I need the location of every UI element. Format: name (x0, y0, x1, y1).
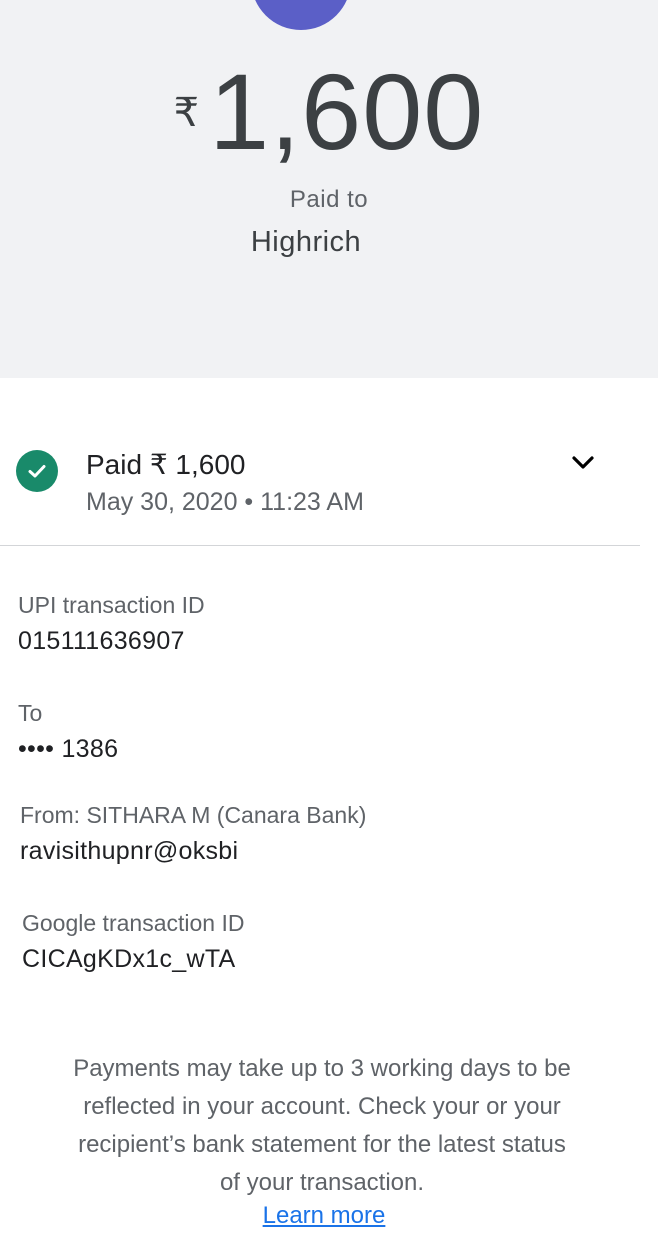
processing-note: Payments may take up to 3 working days t… (73, 1055, 571, 1196)
payment-amount: 1,600 (209, 51, 485, 172)
chevron-down-icon[interactable] (568, 448, 598, 478)
upi-transaction-id-value[interactable]: 015111636907 (18, 627, 205, 656)
divider (0, 545, 640, 546)
amount-display: ₹ 1,600 (0, 52, 658, 172)
learn-more-container: Learn more (0, 1202, 648, 1230)
from-account-value: ravisithupnr@oksbi (20, 837, 239, 865)
google-transaction-id-label: Google transaction ID (22, 910, 245, 936)
payee-avatar (251, 0, 351, 30)
payee-name: Highrich (250, 226, 362, 258)
to-account: To •••• 1386 (18, 700, 118, 764)
to-account-value: •••• 1386 (18, 735, 119, 763)
payment-status-row[interactable]: Paid ₹ 1,600 May 30, 2020 • 11:23 AM (16, 446, 636, 526)
status-title: Paid ₹ 1,600 (86, 449, 246, 480)
google-transaction-id-value[interactable]: CICAgKDx1c_wTA (22, 945, 244, 974)
learn-more-link[interactable]: Learn more (263, 1202, 386, 1229)
google-transaction-id: Google transaction ID CICAgKDx1c_wTA (22, 910, 244, 974)
from-label: From: SITHARA M (Canara Bank) (20, 802, 367, 828)
from-account: From: SITHARA M (Canara Bank) ravisithup… (20, 802, 366, 866)
upi-transaction-id: UPI transaction ID 015111636907 (18, 592, 205, 656)
currency-symbol: ₹ (173, 91, 200, 135)
upi-transaction-id-label: UPI transaction ID (18, 592, 205, 618)
check-circle-icon (16, 450, 58, 492)
status-timestamp: May 30, 2020 • 11:23 AM (86, 488, 364, 516)
payment-header: ₹ 1,600 Paid to Highrich (0, 0, 658, 378)
to-label: To (18, 700, 43, 726)
paid-to-label: Paid to (289, 186, 369, 213)
